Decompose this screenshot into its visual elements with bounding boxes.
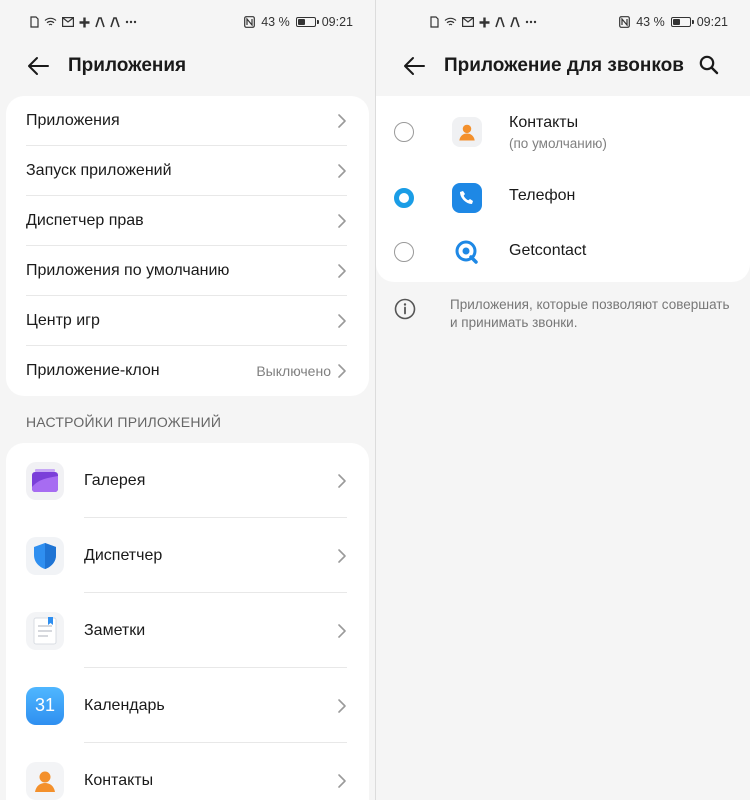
app-notification-icon: [95, 16, 105, 27]
chevron-right-icon: [338, 164, 346, 178]
radio-getcontact[interactable]: [394, 242, 414, 262]
app-notification-icon: [495, 16, 505, 27]
menu-item-app-twin[interactable]: Приложение-клон Выключено: [6, 346, 369, 396]
option-contacts[interactable]: Контакты (по умолчанию): [376, 96, 750, 170]
menu-item-label: Приложение-клон: [26, 362, 160, 379]
option-name: Getcontact: [509, 242, 587, 259]
battery-fill: [297, 19, 305, 25]
fan-icon: [79, 17, 90, 27]
clock: 09:21: [696, 15, 728, 29]
option-name: Телефон: [509, 187, 576, 204]
app-item-manager[interactable]: Диспетчер: [6, 518, 369, 593]
getcontact-icon: [452, 237, 482, 267]
calling-app-options: Контакты (по умолчанию) Телефон Getconta…: [376, 96, 750, 282]
mail-icon: [462, 17, 474, 27]
more-notifications-icon: [525, 20, 537, 24]
page-title: Приложение для звонков: [444, 55, 684, 76]
app-item-label: Контакты: [84, 771, 154, 789]
apps-menu-card: Приложения Запуск приложений Диспетчер п…: [6, 96, 369, 396]
calling-app-screen: 43 % 09:21 Приложение для звонков Контак…: [376, 0, 750, 800]
app-notification-icon: [110, 16, 120, 27]
chevron-right-icon: [338, 314, 346, 328]
battery-percent: 43 %: [636, 15, 665, 29]
chevron-right-icon: [338, 264, 346, 278]
gallery-icon: [26, 461, 64, 500]
search-button[interactable]: [698, 54, 722, 78]
status-bar: 43 % 09:21: [376, 0, 750, 44]
app-item-calendar[interactable]: 31 Календарь: [6, 668, 369, 743]
menu-item-label: Запуск приложений: [26, 162, 172, 179]
notes-icon: [26, 611, 64, 650]
chevron-right-icon: [338, 623, 346, 638]
menu-item-default-apps[interactable]: Приложения по умолчанию: [6, 246, 369, 296]
contacts-icon: [452, 117, 482, 147]
page-title: Приложения: [68, 55, 187, 76]
app-twin-status: Выключено: [256, 363, 331, 379]
option-name: Контакты: [509, 114, 579, 131]
nfc-icon: [244, 16, 256, 28]
menu-item-label: Центр игр: [26, 312, 100, 329]
menu-item-permissions[interactable]: Диспетчер прав: [6, 196, 369, 246]
chevron-right-icon: [338, 214, 346, 228]
radio-contacts[interactable]: [394, 122, 414, 142]
chevron-right-icon: [338, 114, 346, 128]
wifi-icon: [444, 17, 457, 26]
app-item-gallery[interactable]: Галерея: [6, 443, 369, 518]
back-button[interactable]: [400, 52, 428, 80]
calendar-icon: 31: [26, 686, 64, 725]
menu-item-game-center[interactable]: Центр игр: [6, 296, 369, 346]
menu-item-app-launch[interactable]: Запуск приложений: [6, 146, 369, 196]
back-arrow-icon: [28, 57, 49, 75]
menu-item-label: Приложения: [26, 112, 120, 129]
apps-settings-screen: 43 % 09:21 Приложения Приложения Запуск …: [0, 0, 375, 800]
app-notification-icon: [510, 16, 520, 27]
contacts-icon: [26, 761, 64, 800]
mail-icon: [62, 17, 74, 27]
header: Приложения: [0, 44, 375, 88]
chevron-right-icon: [338, 773, 346, 788]
nfc-icon: [619, 16, 631, 28]
menu-item-apps[interactable]: Приложения: [6, 96, 369, 146]
calendar-icon-day: 31: [34, 695, 56, 715]
option-phone[interactable]: Телефон: [376, 170, 750, 226]
info-icon: [394, 298, 416, 320]
battery-percent: 43 %: [261, 15, 290, 29]
app-item-label: Галерея: [84, 471, 146, 489]
sim-icon: [430, 16, 439, 28]
more-notifications-icon: [125, 20, 137, 24]
menu-item-label: Приложения по умолчанию: [26, 262, 230, 279]
back-button[interactable]: [24, 52, 52, 80]
battery-fill: [672, 19, 680, 25]
fan-icon: [479, 17, 490, 27]
battery-icon: [670, 17, 694, 27]
info-text: Приложения, которые позволяют совершать …: [450, 297, 730, 330]
phone-icon: [452, 183, 482, 213]
app-item-label: Календарь: [84, 696, 165, 714]
app-item-notes[interactable]: Заметки: [6, 593, 369, 668]
chevron-right-icon: [338, 473, 346, 488]
wifi-icon: [44, 17, 57, 26]
option-default-label: (по умолчанию): [509, 136, 607, 151]
app-item-label: Диспетчер: [84, 546, 163, 564]
radio-phone[interactable]: [394, 188, 414, 208]
battery-icon: [295, 17, 319, 27]
search-icon: [699, 55, 719, 75]
clock: 09:21: [321, 15, 353, 29]
shield-icon: [26, 536, 64, 575]
app-item-label: Заметки: [84, 621, 146, 639]
back-arrow-icon: [404, 57, 425, 75]
chevron-right-icon: [338, 548, 346, 563]
app-settings-card: Галерея Диспетчер Заметки 31 Календарь К…: [6, 443, 369, 800]
status-bar: 43 % 09:21: [0, 0, 375, 44]
option-getcontact[interactable]: Getcontact: [376, 226, 750, 282]
menu-item-label: Диспетчер прав: [26, 212, 144, 229]
chevron-right-icon: [338, 364, 346, 378]
header: Приложение для звонков: [376, 44, 750, 88]
chevron-right-icon: [338, 698, 346, 713]
section-title: НАСТРОЙКИ ПРИЛОЖЕНИЙ: [26, 414, 222, 430]
sim-icon: [30, 16, 39, 28]
app-item-contacts[interactable]: Контакты: [6, 743, 369, 800]
